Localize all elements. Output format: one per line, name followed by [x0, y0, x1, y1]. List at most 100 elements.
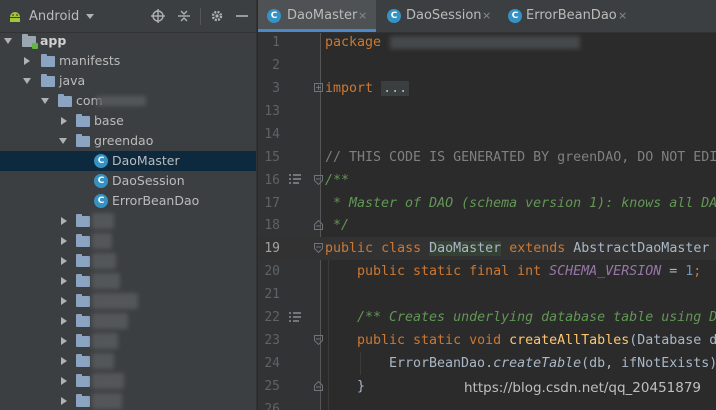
tree-item-redacted[interactable]	[0, 231, 256, 251]
tree-item-redacted[interactable]	[0, 291, 256, 311]
collapse-all-icon[interactable]	[176, 8, 192, 24]
redacted-text	[92, 213, 114, 229]
tab-daomaster[interactable]: C DaoMaster ×	[258, 0, 376, 32]
tree-item-redacted[interactable]	[0, 251, 256, 271]
semicolon: ;	[693, 264, 702, 279]
line-number: 13	[264, 104, 280, 119]
fold-icon[interactable]	[314, 175, 323, 185]
tree-item-com[interactable]: com	[0, 91, 256, 111]
line-number: 18	[264, 218, 280, 233]
redacted-text	[92, 353, 114, 369]
line-number: 17	[264, 196, 280, 211]
line-number: 26	[264, 402, 280, 410]
redacted-package-name	[390, 36, 580, 49]
tree-item-daomaster[interactable]: C DaoMaster	[0, 151, 256, 171]
tree-item-label: DaoSession	[112, 173, 185, 188]
tree-item-errorbeandao[interactable]: C ErrorBeanDao	[0, 191, 256, 211]
minimize-icon[interactable]	[234, 8, 250, 24]
line-number: 24	[264, 356, 280, 371]
keyword-extends: extends	[509, 241, 566, 256]
close-icon[interactable]: ×	[358, 0, 367, 32]
tab-daosession[interactable]: C DaoSession ×	[376, 0, 496, 32]
package-icon	[76, 274, 90, 287]
package-icon	[58, 94, 72, 107]
tab-errorbeandao[interactable]: C ErrorBeanDao ×	[496, 0, 634, 32]
redacted-text	[92, 293, 138, 309]
line-number: 15	[264, 150, 280, 165]
collapsed-arrow-icon[interactable]	[61, 317, 67, 325]
tree-item-redacted[interactable]	[0, 311, 256, 331]
package-icon	[76, 294, 90, 307]
expand-arrow-icon[interactable]	[4, 38, 12, 44]
line-number: 3	[272, 81, 280, 96]
collapsed-arrow-icon[interactable]	[61, 117, 67, 125]
crosshair-icon[interactable]	[150, 8, 166, 24]
tab-label: DaoSession	[406, 8, 482, 23]
close-icon[interactable]: ×	[618, 0, 627, 32]
expand-arrow-icon[interactable]	[41, 98, 49, 104]
package-icon	[76, 234, 90, 247]
code-line-3: import ...	[325, 77, 410, 100]
doc-comment-render-icon[interactable]	[289, 174, 301, 184]
collapsed-arrow-icon[interactable]	[61, 357, 67, 365]
tree-item-redacted[interactable]	[0, 271, 256, 291]
tree-item-java[interactable]: java	[0, 71, 256, 91]
tree-item-label: manifests	[59, 53, 121, 68]
close-icon[interactable]: ×	[482, 0, 491, 32]
tree-item-base[interactable]: base	[0, 111, 256, 131]
collapsed-arrow-icon[interactable]	[61, 297, 67, 305]
chevron-down-icon[interactable]	[86, 14, 94, 19]
collapsed-arrow-icon[interactable]	[61, 217, 67, 225]
indent-guide	[360, 352, 361, 375]
class-icon: C	[267, 9, 281, 23]
assign-operator: =	[661, 264, 686, 279]
tab-label: DaoMaster	[287, 8, 358, 23]
tab-label: ErrorBeanDao	[526, 8, 617, 23]
fold-end-icon[interactable]	[314, 381, 323, 391]
collapsed-arrow-icon[interactable]	[61, 377, 67, 385]
fold-end-icon[interactable]	[314, 220, 323, 230]
expand-fold-icon[interactable]: +	[314, 83, 323, 92]
fold-icon[interactable]	[314, 243, 323, 253]
redacted-text	[92, 233, 112, 249]
tree-item-redacted[interactable]	[0, 331, 256, 351]
tree-item-redacted[interactable]	[0, 351, 256, 371]
code-line-1: package	[325, 31, 381, 54]
line-number: 1	[272, 35, 280, 50]
collapsed-arrow-icon[interactable]	[61, 337, 67, 345]
expand-arrow-icon[interactable]	[23, 78, 31, 84]
tree-item-app[interactable]: app	[0, 31, 256, 51]
code-line-18: */	[325, 218, 350, 233]
class-icon: C	[94, 194, 108, 208]
tree-item-redacted[interactable]	[0, 211, 256, 231]
class-icon: C	[94, 174, 108, 188]
tree-item-label: app	[40, 33, 67, 48]
collapsed-arrow-icon[interactable]	[24, 57, 30, 65]
expand-arrow-icon[interactable]	[59, 138, 67, 144]
watermark-text: https://blog.csdn.net/qq_20451879	[464, 380, 702, 396]
collapsed-arrow-icon[interactable]	[61, 277, 67, 285]
static-method-call: createTable	[493, 356, 582, 371]
class-icon: C	[387, 9, 401, 23]
tree-item-greendao[interactable]: greendao	[0, 131, 256, 151]
fold-icon[interactable]	[314, 335, 323, 345]
folded-imports[interactable]: ...	[381, 81, 410, 96]
code-line-15: // THIS CODE IS GENERATED BY greenDAO, D…	[325, 150, 716, 165]
tree-item-redacted[interactable]	[0, 371, 256, 391]
tree-item-label: greendao	[94, 133, 154, 148]
package-icon	[76, 114, 90, 127]
view-selector-label[interactable]: Android	[29, 9, 79, 24]
doc-comment-render-icon[interactable]	[289, 312, 301, 322]
collapsed-arrow-icon[interactable]	[61, 257, 67, 265]
collapsed-arrow-icon[interactable]	[61, 397, 67, 405]
collapsed-arrow-icon[interactable]	[61, 237, 67, 245]
tree-item-redacted[interactable]	[0, 391, 256, 410]
tree-item-manifests[interactable]: manifests	[0, 51, 256, 71]
project-panel: Android app manifests java com base gree…	[0, 0, 257, 410]
project-panel-header: Android	[0, 0, 256, 33]
tree-item-daosession[interactable]: C DaoSession	[0, 171, 256, 191]
keyword-import: import	[325, 81, 374, 96]
redacted-text	[92, 253, 116, 269]
method-params: (Database d	[629, 333, 716, 348]
gear-icon[interactable]	[209, 8, 225, 24]
